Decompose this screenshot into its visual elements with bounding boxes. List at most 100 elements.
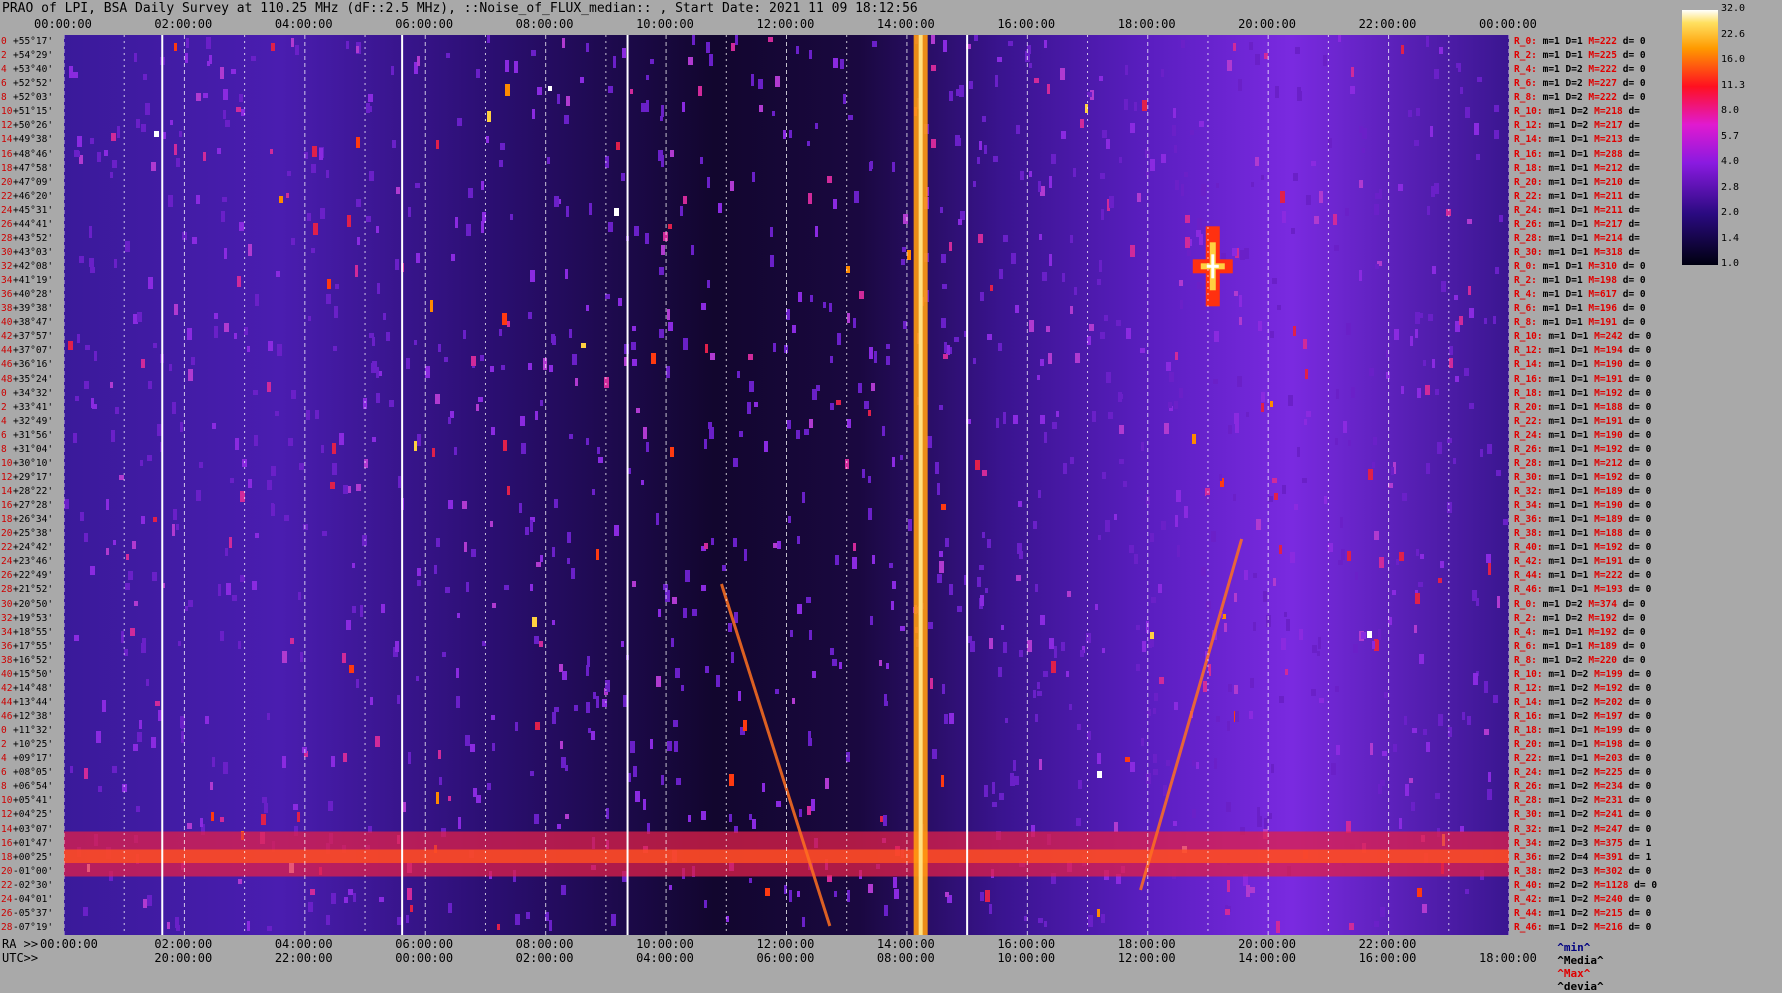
stat-row: R_8: m=1 D=2 M=222 d= 0 xyxy=(1514,91,1646,105)
stat-M: M=218 xyxy=(1594,106,1629,118)
stat-dv: d= 0 xyxy=(1628,457,1652,469)
stat-r: R_26: xyxy=(1514,218,1549,230)
row-index: 4 xyxy=(1,415,7,427)
stat-r: R_2: xyxy=(1514,612,1543,624)
stat-r: R_26: xyxy=(1514,443,1549,455)
stat-d: D=1 xyxy=(1571,359,1595,371)
declination-label: +11°32' xyxy=(13,725,54,737)
dec-row-label: 32+19°53' xyxy=(1,612,53,626)
stat-M: M=242 xyxy=(1594,331,1629,343)
row-index: 22 xyxy=(1,190,13,202)
stat-d: D=1 xyxy=(1565,640,1589,652)
legend-min: ^min^ xyxy=(1557,941,1591,954)
declination-label: +36°16' xyxy=(13,359,54,371)
stat-dv: d= 0 xyxy=(1628,401,1652,413)
declination-label: +22°49' xyxy=(13,570,54,582)
stat-m: m=1 xyxy=(1548,120,1572,132)
stat-m: m=1 xyxy=(1542,303,1566,315)
ra-tick-label: 04:00:00 xyxy=(274,937,333,951)
dec-row-label: 40+38°47' xyxy=(1,316,53,330)
ra-tick-label: 00:00:00 xyxy=(40,937,98,951)
stat-row: R_28: m=1 D=1 M=214 d= xyxy=(1514,232,1640,246)
stat-m: m=1 xyxy=(1542,654,1566,666)
stat-M: M=222 xyxy=(1588,92,1623,104)
stat-m: m=1 xyxy=(1542,50,1566,62)
stat-dv: d= xyxy=(1628,162,1640,174)
dec-row-label: 14+28°22' xyxy=(1,485,53,499)
stat-dv: d= 0 xyxy=(1622,78,1646,90)
stat-m: m=1 xyxy=(1542,640,1566,652)
ra-tick-label: 10:00:00 xyxy=(636,937,694,951)
dec-row-label: 2 +33°41' xyxy=(1,401,53,415)
stat-row: R_44: m=1 D=1 M=222 d= 0 xyxy=(1514,569,1651,583)
declination-label: +43°52' xyxy=(13,232,54,244)
declination-label: +32°49' xyxy=(13,415,54,427)
stat-r: R_10: xyxy=(1514,106,1549,118)
stat-M: M=192 xyxy=(1588,612,1623,624)
stat-row: R_34: m=1 D=1 M=190 d= 0 xyxy=(1514,499,1651,513)
dec-row-label: 34+41°19' xyxy=(1,274,53,288)
stat-r: R_4: xyxy=(1514,64,1543,76)
dec-row-label: 10+30°10' xyxy=(1,457,53,471)
row-index: 0 xyxy=(1,725,7,737)
dec-row-label: 28+21°52' xyxy=(1,583,53,597)
stat-d: D=2 xyxy=(1571,682,1595,694)
stat-d: D=1 xyxy=(1565,275,1589,287)
stat-r: R_22: xyxy=(1514,415,1549,427)
row-index: 26 xyxy=(1,218,13,230)
declination-label: +03°07' xyxy=(13,823,54,835)
stat-row: R_24: m=1 D=2 M=225 d= 0 xyxy=(1514,766,1651,780)
stat-row: R_10: m=1 D=1 M=242 d= 0 xyxy=(1514,330,1651,344)
stat-r: R_2: xyxy=(1514,275,1543,287)
stat-dv: d= 0 xyxy=(1622,289,1646,301)
stat-m: m=1 xyxy=(1548,696,1572,708)
row-index: 18 xyxy=(1,514,13,526)
row-index: 6 xyxy=(1,429,7,441)
stat-row: R_2: m=1 D=2 M=192 d= 0 xyxy=(1514,612,1646,626)
stat-M: M=391 xyxy=(1594,851,1629,863)
stat-r: R_2: xyxy=(1514,50,1543,62)
stat-m: m=1 xyxy=(1548,500,1572,512)
utc-tick-label: 08:00:00 xyxy=(876,951,935,965)
stat-M: M=203 xyxy=(1594,753,1629,765)
dec-row-label: 18+26°34' xyxy=(1,513,53,527)
stat-d: D=2 xyxy=(1571,711,1595,722)
stat-d: D=1 xyxy=(1571,725,1595,737)
stat-d: D=1 xyxy=(1571,176,1595,188)
utc-tick-label: 18:00:00 xyxy=(1479,951,1537,965)
stat-M: M=220 xyxy=(1588,654,1623,666)
row-index: 38 xyxy=(1,654,13,666)
stat-row: R_16: m=1 D=1 M=191 d= 0 xyxy=(1514,373,1651,387)
row-index: 28 xyxy=(1,921,13,933)
stat-r: R_8: xyxy=(1514,92,1543,104)
ra-tick-label: 02:00:00 xyxy=(154,937,213,951)
declination-label: +51°15' xyxy=(13,106,54,118)
stat-M: M=215 xyxy=(1594,907,1629,919)
stat-M: M=191 xyxy=(1594,415,1629,427)
row-index: 42 xyxy=(1,682,13,694)
stat-m: m=1 xyxy=(1542,626,1566,638)
stats-legend: ^min^ ^Media^ ^Max^ ^devia^ xyxy=(1544,928,1603,993)
stat-m: m=1 xyxy=(1548,725,1572,737)
ra-tick-label: 14:00:00 xyxy=(876,937,935,951)
dec-row-label: 6 +31°56' xyxy=(1,429,53,443)
dec-row-label: 10+05°41' xyxy=(1,794,53,808)
declination-label: +18°55' xyxy=(13,626,54,638)
stat-m: m=1 xyxy=(1542,275,1566,287)
stat-r: R_6: xyxy=(1514,640,1543,652)
row-index: 18 xyxy=(1,162,13,174)
stat-M: M=227 xyxy=(1588,78,1623,90)
stat-r: R_30: xyxy=(1514,246,1549,258)
stat-d: D=2 xyxy=(1571,795,1595,807)
dec-row-label: 0 +55°17' xyxy=(1,35,53,49)
stat-dv: d= 0 xyxy=(1628,907,1652,919)
stat-m: m=1 xyxy=(1548,246,1572,258)
stat-M: M=222 xyxy=(1594,570,1629,582)
row-index: 32 xyxy=(1,261,13,272)
stat-d: D=3 xyxy=(1571,837,1595,849)
declination-label: +00°25' xyxy=(13,851,54,863)
declination-label: -04°01' xyxy=(13,893,54,905)
stat-d: D=1 xyxy=(1571,232,1595,244)
stat-d: D=2 xyxy=(1565,92,1589,104)
stat-d: D=2 xyxy=(1571,893,1595,905)
